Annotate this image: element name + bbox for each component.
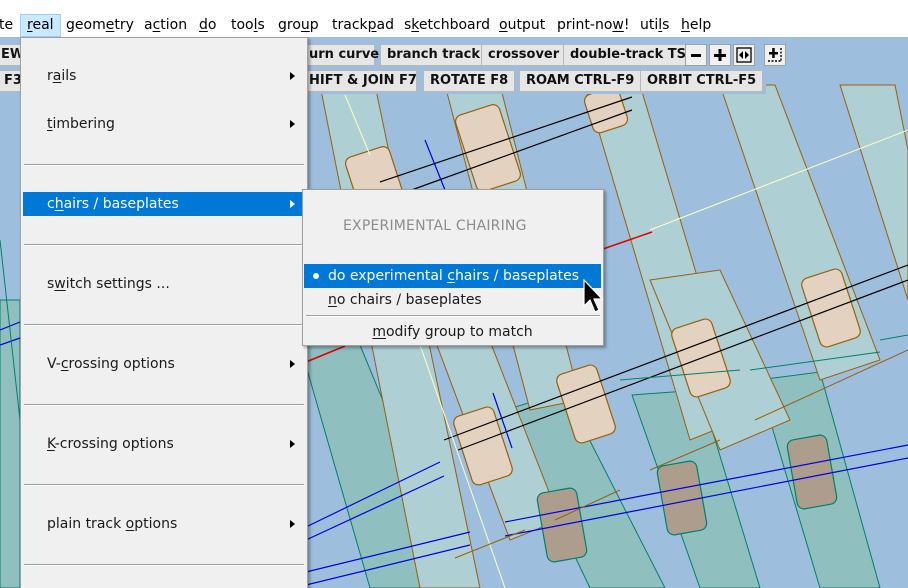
menu-item-plain-track-options[interactable]: plain track options [23, 512, 305, 536]
shift-join-button[interactable]: HIFT & JOIN F7 [302, 70, 417, 92]
menu-separator [24, 564, 304, 566]
menu-utils[interactable]: utils [640, 14, 669, 37]
rotate-button[interactable]: ROTATE F8 [423, 70, 516, 92]
menu-separator [24, 484, 304, 486]
return-curve-button[interactable]: urn curve [302, 44, 379, 66]
menu-item-chairs-baseplates[interactable]: chairs / baseplates [23, 192, 305, 216]
menu-separator [24, 244, 304, 246]
submenu-arrow-icon [290, 120, 295, 128]
submenu-item-modify-group[interactable]: modify group to match [304, 320, 601, 344]
menu-geometry[interactable]: geometry [66, 14, 134, 37]
menu-item-timbering[interactable]: timbering [23, 112, 305, 136]
menu-separator [24, 404, 304, 406]
zoom-out-button[interactable] [685, 44, 707, 66]
submenu-arrow-icon [290, 440, 295, 448]
chairs-submenu: EXPERIMENTAL CHAIRING do experimental ch… [302, 189, 604, 346]
menu-group[interactable]: group [278, 14, 319, 37]
menu-item-switch-settings[interactable]: switch settings ... [23, 272, 305, 296]
fit-width-icon [736, 47, 752, 63]
menu-print-now[interactable]: print-now! [557, 14, 629, 37]
mouse-pointer-icon [583, 279, 604, 313]
menu-output[interactable]: output [499, 14, 545, 37]
spacing-icon [768, 48, 782, 62]
submenu-arrow-icon [290, 520, 295, 528]
submenu-separator [306, 315, 600, 317]
submenu-arrow-icon [290, 200, 295, 208]
menu-action[interactable]: action [144, 14, 187, 37]
zoom-out-icon [691, 54, 701, 57]
menu-separator [24, 324, 304, 326]
radio-selected-icon [313, 273, 319, 279]
submenu-item-do-experimental-chairs[interactable]: do experimental chairs / baseplates [304, 264, 601, 288]
submenu-arrow-icon [290, 72, 295, 80]
menu-item-v-crossing-options[interactable]: V-crossing options [23, 352, 305, 376]
menu-item-rails[interactable]: rails [23, 64, 305, 88]
menu-tools[interactable]: tools [231, 14, 265, 37]
submenu-heading: EXPERIMENTAL CHAIRING [343, 218, 527, 234]
real-menu-dropdown: rails timbering chairs / baseplates swit… [20, 37, 308, 588]
fit-width-button[interactable] [733, 44, 755, 66]
orbit-button[interactable]: ORBIT CTRL-F5 [640, 70, 764, 92]
crossover-button[interactable]: crossover [481, 44, 567, 66]
zoom-in-icon [714, 49, 726, 61]
menu-bar: te real geometry action do tools group t… [0, 14, 908, 37]
branch-track-button[interactable]: branch track [380, 44, 487, 66]
menu-item-k-crossing-options[interactable]: K-crossing options [23, 432, 305, 456]
menu-item-clipped[interactable]: te [0, 14, 13, 37]
menu-separator [24, 164, 304, 166]
roam-button[interactable]: ROAM CTRL-F9 [519, 70, 642, 92]
submenu-item-no-chairs[interactable]: no chairs / baseplates [304, 288, 601, 312]
zoom-in-button[interactable] [709, 44, 731, 66]
menu-sketchboard[interactable]: sketchboard [404, 14, 490, 37]
submenu-arrow-icon [290, 360, 295, 368]
double-track-ts-button[interactable]: double-track TS [563, 44, 693, 66]
menu-real[interactable]: real [20, 14, 61, 37]
menu-help[interactable]: help [681, 14, 711, 37]
spacing-button[interactable] [764, 44, 786, 66]
menu-do[interactable]: do [199, 14, 216, 37]
top-strip [0, 0, 908, 14]
menu-trackpad[interactable]: trackpad [332, 14, 394, 37]
